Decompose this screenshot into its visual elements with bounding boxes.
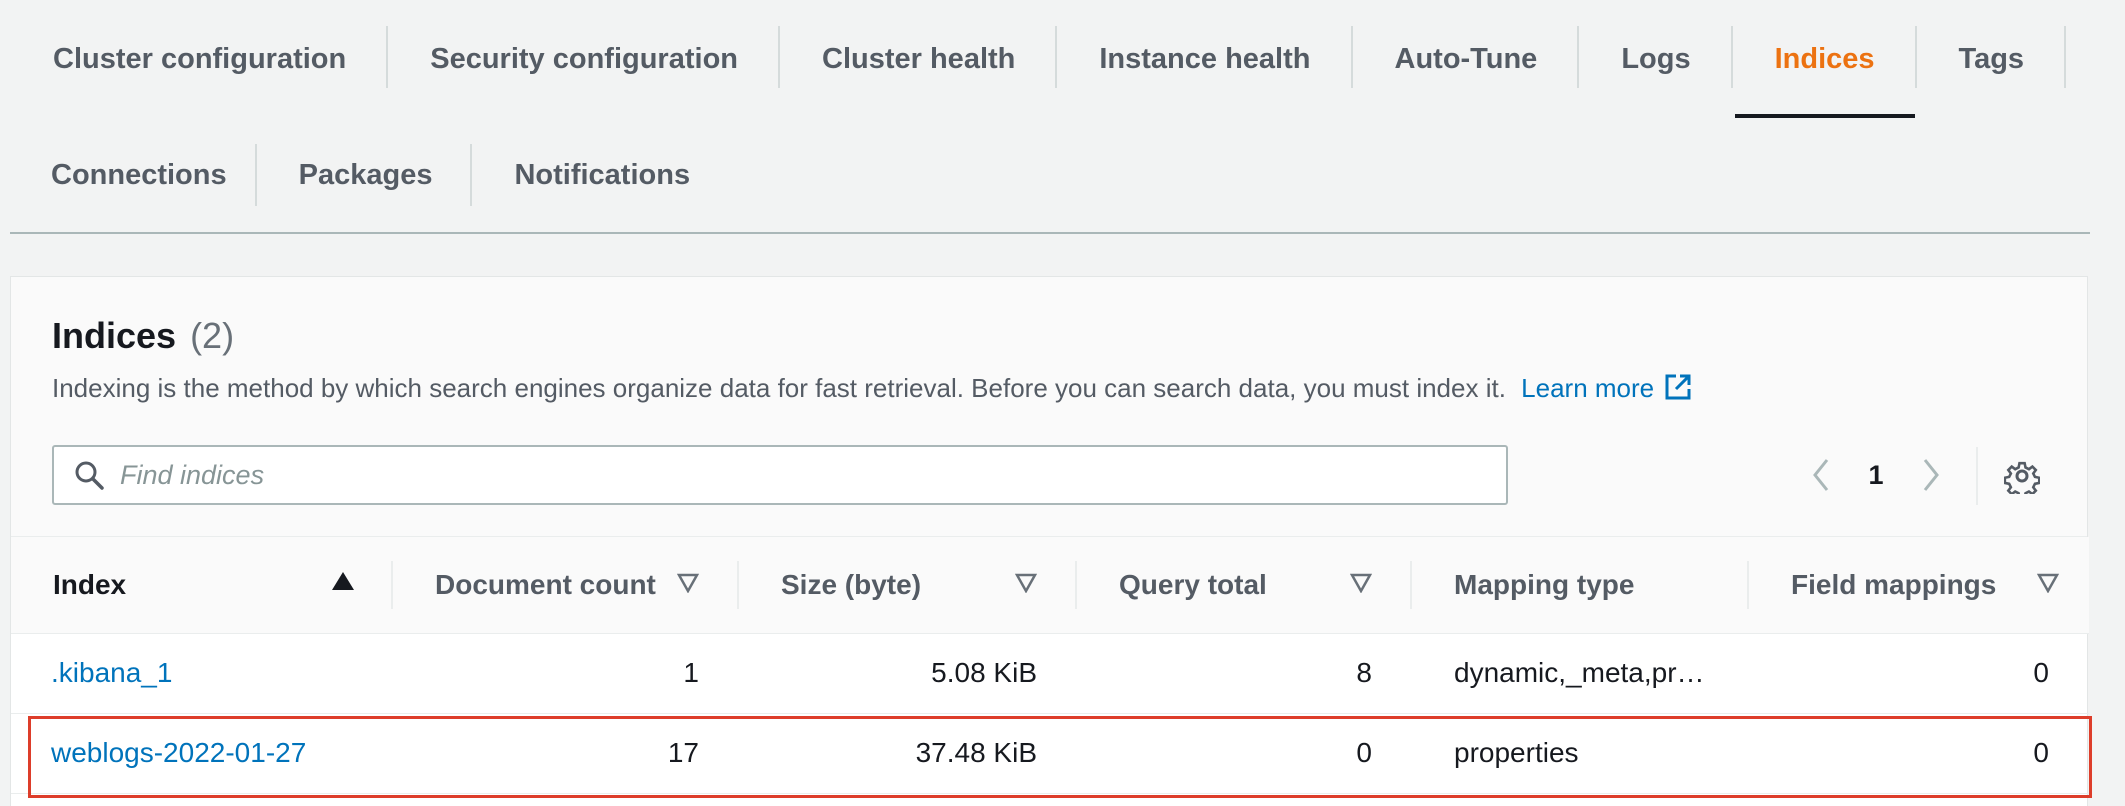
sort-icon xyxy=(1015,573,1037,593)
pager-divider xyxy=(1976,447,1978,505)
panel-header: Indices (2) Indexing is the method by whi… xyxy=(11,277,2087,537)
column-label: Size (byte) xyxy=(781,568,922,600)
panel-description: Indexing is the method by which search e… xyxy=(52,373,1692,408)
column-label: Query total xyxy=(1119,568,1267,600)
tab-label: Cluster health xyxy=(822,42,1016,75)
indices-panel: Indices (2) Indexing is the method by whi… xyxy=(10,276,2089,806)
current-page-number[interactable]: 1 xyxy=(1841,460,1911,491)
external-link-icon xyxy=(1664,373,1692,408)
index-count: (2) xyxy=(190,315,235,356)
chevron-right-icon xyxy=(1923,459,1939,491)
column-header-size[interactable]: Size (byte) xyxy=(739,537,1077,634)
tab-label: Notifications xyxy=(514,158,691,191)
next-page-button[interactable] xyxy=(1911,445,1951,505)
cell-query-total: 0 xyxy=(1077,713,1412,794)
tab-connections[interactable]: Connections xyxy=(10,118,257,232)
column-label: Index xyxy=(53,568,127,600)
table-row: .kibana_1 1 5.08 KiB 8 dynamic,_meta,pr…… xyxy=(11,633,2089,714)
tab-row-1: Cluster configuration Security configura… xyxy=(10,0,2066,118)
cell-index: .kibana_1 xyxy=(11,633,393,714)
column-header-field-mappings[interactable]: Field mappings xyxy=(1749,537,2089,634)
learn-more-link[interactable]: Learn more xyxy=(1521,373,1692,403)
gear-icon xyxy=(2004,461,2040,494)
tab-label: Logs xyxy=(1621,42,1691,75)
panel-title: Indices (2) xyxy=(52,315,234,357)
index-link[interactable]: .kibana_1 xyxy=(51,657,172,688)
tab-cluster-health[interactable]: Cluster health xyxy=(780,0,1058,118)
column-label: Field mappings xyxy=(1791,568,1997,600)
column-header-mapping-type: Mapping type xyxy=(1412,537,1749,634)
cell-field-mappings: 0 xyxy=(1749,633,2089,714)
table-row: weblogs-2022-01-27 17 37.48 KiB 0 proper… xyxy=(11,713,2089,794)
column-label: Document count xyxy=(435,568,656,600)
tab-label: Security configuration xyxy=(430,42,738,75)
cell-mapping-type: dynamic,_meta,pr… xyxy=(1412,633,1749,714)
preferences-button[interactable] xyxy=(1999,453,2045,499)
cell-size: 5.08 KiB xyxy=(739,633,1077,714)
tab-packages[interactable]: Packages xyxy=(257,118,473,232)
tab-row-2: Connections Packages Notifications xyxy=(10,118,732,232)
search-icon xyxy=(74,460,104,490)
cell-mapping-type: properties xyxy=(1412,713,1749,794)
cell-size: 37.48 KiB xyxy=(739,713,1077,794)
cell-document-count: 17 xyxy=(393,713,739,794)
pagination: 1 xyxy=(1801,445,1951,505)
tab-bar: Cluster configuration Security configura… xyxy=(10,0,2090,234)
chevron-left-icon xyxy=(1813,459,1829,491)
cell-index: weblogs-2022-01-27 xyxy=(11,713,393,794)
tab-auto-tune[interactable]: Auto-Tune xyxy=(1353,0,1580,118)
tab-label: Instance health xyxy=(1099,42,1311,75)
tab-tags[interactable]: Tags xyxy=(1917,0,2067,118)
title-text: Indices xyxy=(52,315,177,356)
tab-label: Auto-Tune xyxy=(1394,42,1538,75)
active-tab-underline xyxy=(1734,114,1915,118)
column-header-index[interactable]: Index xyxy=(11,537,393,634)
tab-security-configuration[interactable]: Security configuration xyxy=(388,0,780,118)
previous-page-button[interactable] xyxy=(1801,445,1841,505)
tab-label: Connections xyxy=(51,158,227,191)
sort-ascending-icon xyxy=(331,571,355,591)
column-label: Mapping type xyxy=(1454,568,1635,600)
tab-notifications[interactable]: Notifications xyxy=(472,118,732,232)
sort-icon xyxy=(677,573,699,593)
cell-query-total: 8 xyxy=(1077,633,1412,714)
cell-field-mappings: 0 xyxy=(1749,713,2089,794)
sort-icon xyxy=(2037,573,2059,593)
tab-label: Indices xyxy=(1774,42,1875,75)
tab-label: Packages xyxy=(298,158,433,191)
sort-icon xyxy=(1350,573,1372,593)
search-box[interactable] xyxy=(52,445,1508,505)
learn-more-label: Learn more xyxy=(1521,373,1655,403)
tab-instance-health[interactable]: Instance health xyxy=(1057,0,1353,118)
tab-label: Cluster configuration xyxy=(53,42,347,75)
table-header-row: Index Document count Size (byte) Query t… xyxy=(11,537,2089,634)
tab-logs[interactable]: Logs xyxy=(1579,0,1733,118)
description-text: Indexing is the method by which search e… xyxy=(52,373,1506,403)
tab-cluster-configuration[interactable]: Cluster configuration xyxy=(10,0,389,118)
index-link[interactable]: weblogs-2022-01-27 xyxy=(51,737,306,768)
column-header-query-total[interactable]: Query total xyxy=(1077,537,1412,634)
column-header-document-count[interactable]: Document count xyxy=(393,537,739,634)
tab-indices[interactable]: Indices xyxy=(1733,0,1917,118)
indices-table: Index Document count Size (byte) Query t… xyxy=(11,537,2089,794)
tab-label: Tags xyxy=(1958,42,2025,75)
search-input[interactable] xyxy=(120,459,1420,491)
cell-document-count: 1 xyxy=(393,633,739,714)
